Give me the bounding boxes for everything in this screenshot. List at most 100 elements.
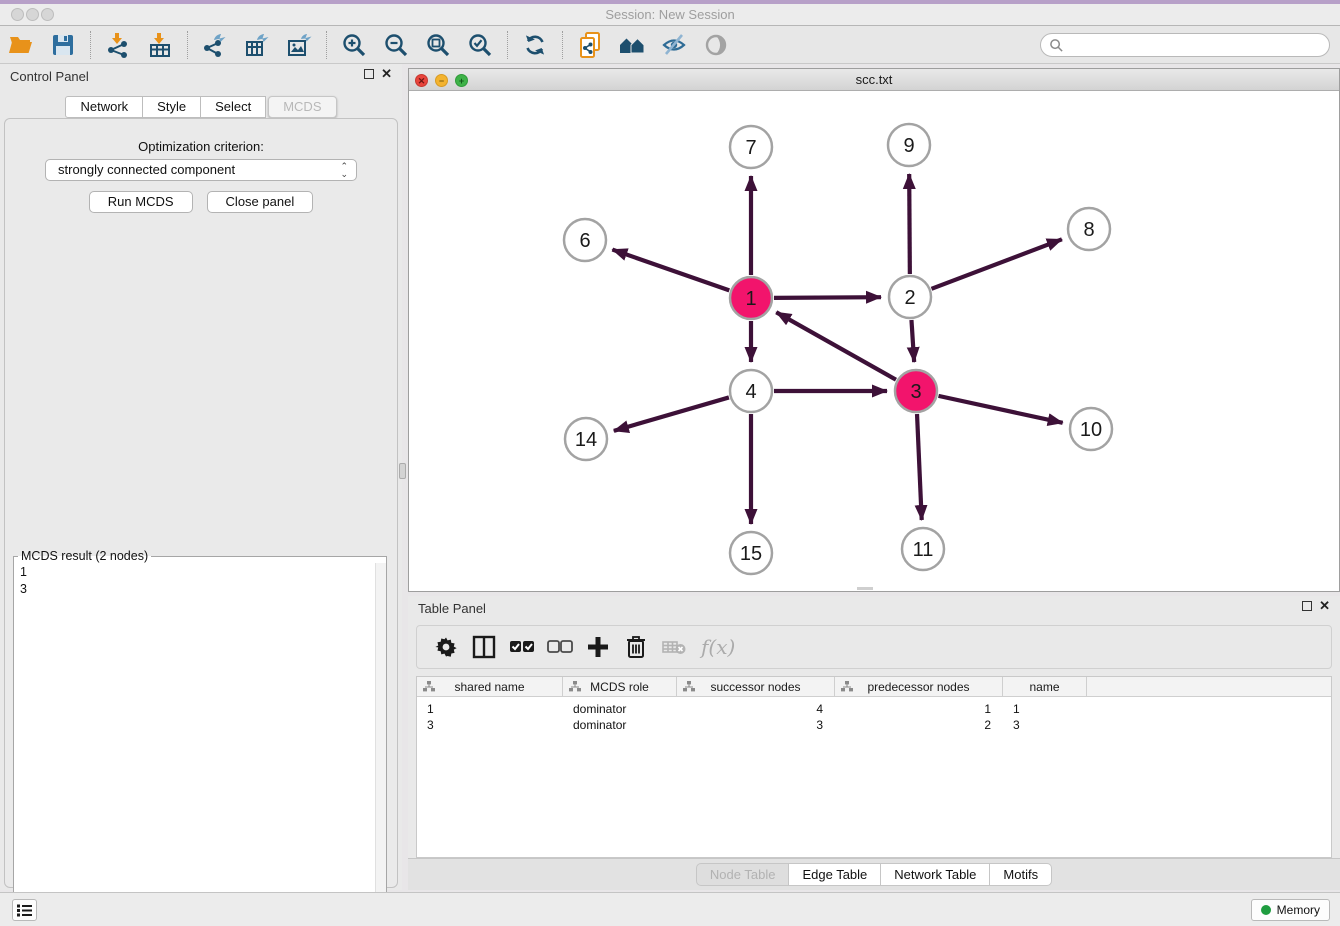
tab-style[interactable]: Style: [143, 96, 201, 118]
network-close-icon[interactable]: ✕: [415, 74, 428, 87]
cell-name[interactable]: 1: [1003, 701, 1087, 717]
float-panel-icon[interactable]: [364, 69, 374, 79]
select-stepper-icon: ⌃⌄: [340, 162, 348, 178]
close-panel-icon[interactable]: ✕: [381, 68, 392, 80]
graph-node-14[interactable]: 14: [565, 418, 607, 460]
graph-node-label: 2: [904, 287, 915, 309]
graph-node-10[interactable]: 10: [1070, 408, 1112, 450]
graph-node-4[interactable]: 4: [730, 370, 772, 412]
graph-edge-3-1[interactable]: [776, 312, 896, 379]
zoom-fit-icon[interactable]: [423, 30, 453, 60]
result-scrollbar[interactable]: [375, 563, 386, 926]
zoom-in-icon[interactable]: [339, 30, 369, 60]
tab-network[interactable]: Network: [65, 96, 143, 118]
graph-node-7[interactable]: 7: [730, 126, 772, 168]
column-header-successor-nodes[interactable]: successor nodes: [677, 677, 835, 696]
search-input[interactable]: [1069, 36, 1329, 54]
delete-table-icon[interactable]: [660, 633, 688, 661]
cell-shared-name[interactable]: 1: [417, 701, 563, 717]
table-row[interactable]: 1 dominator 4 1 1: [417, 701, 1331, 717]
cell-mcds-role[interactable]: dominator: [563, 701, 677, 717]
network-minimize-icon[interactable]: −: [435, 74, 448, 87]
graph-edge-4-14[interactable]: [614, 397, 729, 430]
canvas-grip[interactable]: [857, 587, 873, 590]
column-header-mcds-role[interactable]: MCDS role: [563, 677, 677, 696]
show-all-icon[interactable]: [701, 30, 731, 60]
search-field[interactable]: [1040, 33, 1330, 57]
graph-node-15[interactable]: 15: [730, 532, 772, 574]
app-title: Session: New Session: [0, 4, 1340, 25]
hide-selected-icon[interactable]: [659, 30, 689, 60]
graph-edge-1-2[interactable]: [774, 297, 881, 298]
tab-node-table[interactable]: Node Table: [696, 863, 790, 886]
criterion-select[interactable]: strongly connected component ⌃⌄: [45, 159, 357, 181]
equation-builder-icon[interactable]: f(x): [701, 635, 735, 659]
cell-shared-name[interactable]: 3: [417, 717, 563, 733]
graph-edge-3-11[interactable]: [917, 414, 922, 520]
select-all-icon[interactable]: [508, 633, 536, 661]
column-header-predecessor-nodes[interactable]: predecessor nodes: [835, 677, 1003, 696]
add-column-icon[interactable]: [584, 633, 612, 661]
table-settings-icon[interactable]: [432, 633, 460, 661]
apply-layout-icon[interactable]: [520, 30, 550, 60]
close-table-panel-icon[interactable]: ✕: [1319, 600, 1330, 612]
tab-edge-table[interactable]: Edge Table: [789, 863, 881, 886]
cell-name[interactable]: 3: [1003, 717, 1087, 733]
cell-predecessor-nodes[interactable]: 1: [835, 701, 1003, 717]
network-canvas[interactable]: 7 9 6 8 1 2 4 3 14 10 15 11: [409, 91, 1339, 591]
graph-edge-3-10[interactable]: [938, 396, 1062, 423]
column-header-shared-name[interactable]: shared name: [417, 677, 563, 696]
cell-mcds-role[interactable]: dominator: [563, 717, 677, 733]
network-window-titlebar[interactable]: ✕ − + scc.txt: [409, 69, 1339, 91]
mcds-result-text[interactable]: 1 3: [14, 563, 386, 926]
memory-button[interactable]: Memory: [1251, 899, 1330, 921]
network-maximize-icon[interactable]: +: [455, 74, 468, 87]
tab-mcds[interactable]: MCDS: [268, 96, 336, 118]
float-table-panel-icon[interactable]: [1302, 601, 1312, 611]
cell-successor-nodes[interactable]: 4: [677, 701, 835, 717]
close-panel-button[interactable]: Close panel: [207, 191, 314, 213]
tab-motifs[interactable]: Motifs: [990, 863, 1052, 886]
graph-edge-2-9[interactable]: [909, 174, 910, 274]
task-history-button[interactable]: [12, 899, 37, 921]
graph-node-8[interactable]: 8: [1068, 208, 1110, 250]
cell-successor-nodes[interactable]: 3: [677, 717, 835, 733]
graph-node-9[interactable]: 9: [888, 124, 930, 166]
node-table[interactable]: shared name MCDS role successor nodes pr…: [416, 676, 1332, 858]
export-table-icon[interactable]: [242, 30, 272, 60]
export-image-icon[interactable]: [284, 30, 314, 60]
import-table-icon[interactable]: [145, 30, 175, 60]
graph-edge-2-8[interactable]: [932, 239, 1062, 289]
graph-node-6[interactable]: 6: [564, 219, 606, 261]
graph-node-11[interactable]: 11: [902, 528, 944, 570]
minimize-window-button[interactable]: [26, 8, 39, 21]
delete-column-icon[interactable]: [622, 633, 650, 661]
open-session-icon[interactable]: [6, 30, 36, 60]
cell-predecessor-nodes[interactable]: 2: [835, 717, 1003, 733]
graph-node-1[interactable]: 1: [730, 277, 772, 319]
graph-node-2[interactable]: 2: [889, 276, 931, 318]
table-row[interactable]: 3 dominator 3 2 3: [417, 717, 1331, 733]
graph-edge-1-6[interactable]: [612, 250, 729, 291]
zoom-selected-icon[interactable]: [465, 30, 495, 60]
graph-edge-2-3[interactable]: [911, 320, 914, 362]
zoom-out-icon[interactable]: [381, 30, 411, 60]
tab-select[interactable]: Select: [201, 96, 266, 118]
status-bar: Memory: [0, 892, 1340, 926]
close-window-button[interactable]: [11, 8, 24, 21]
tab-network-table[interactable]: Network Table: [881, 863, 990, 886]
deselect-all-icon[interactable]: [546, 633, 574, 661]
column-header-name[interactable]: name: [1003, 677, 1087, 696]
export-network-icon[interactable]: [200, 30, 230, 60]
zoom-window-button[interactable]: [41, 8, 54, 21]
panel-splitter-grip[interactable]: [399, 463, 406, 479]
clone-network-icon[interactable]: [575, 30, 605, 60]
import-network-icon[interactable]: [103, 30, 133, 60]
graph-node-label: 7: [745, 137, 756, 159]
run-mcds-button[interactable]: Run MCDS: [89, 191, 193, 213]
save-session-icon[interactable]: [48, 30, 78, 60]
table-toolbar: f(x): [416, 625, 1332, 669]
show-column-icon[interactable]: [470, 633, 498, 661]
first-neighbors-icon[interactable]: [617, 30, 647, 60]
graph-node-3[interactable]: 3: [895, 370, 937, 412]
